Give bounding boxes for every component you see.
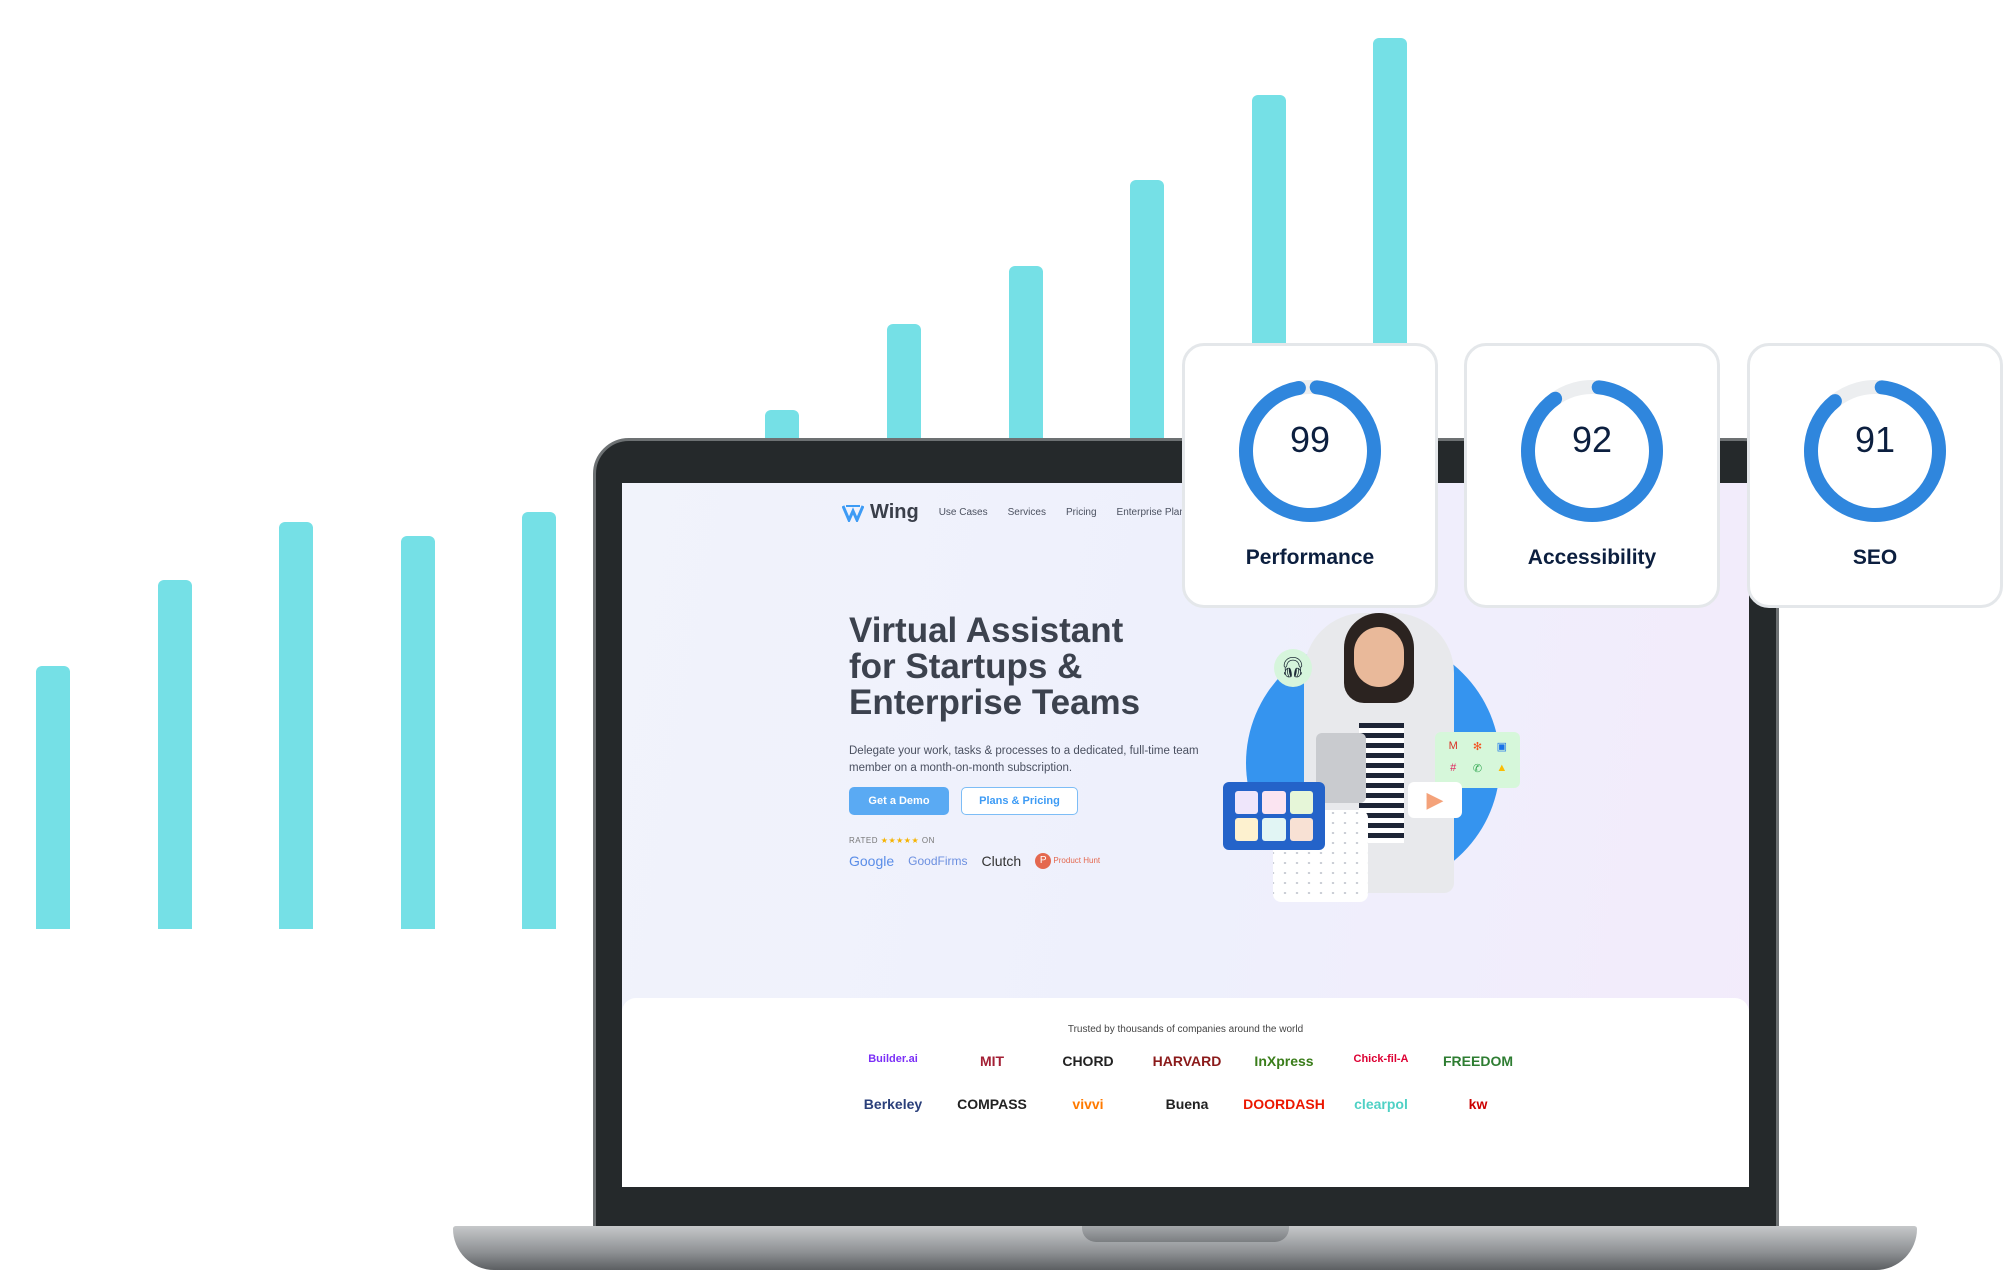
headset-icon: 🎧︎ bbox=[1274, 649, 1312, 687]
company-logo: vivvi bbox=[1072, 1096, 1104, 1112]
tool-tile bbox=[1262, 791, 1286, 814]
company-logo: COMPASS bbox=[957, 1096, 1027, 1112]
tool-tile bbox=[1262, 818, 1286, 841]
zapier-icon: ✻ bbox=[1472, 741, 1483, 753]
score-label: Accessibility bbox=[1527, 546, 1657, 569]
score-value: 99 bbox=[1289, 419, 1331, 460]
decorative-bar bbox=[1009, 266, 1043, 445]
company-logo: Chick-fil-A bbox=[1353, 1053, 1409, 1065]
company-logo: DOORDASH bbox=[1243, 1096, 1325, 1112]
gmail-icon: M bbox=[1448, 740, 1458, 752]
tools-widget bbox=[1223, 782, 1325, 850]
score-label: SEO bbox=[1852, 546, 1898, 569]
company-logo: Buena bbox=[1165, 1096, 1209, 1112]
tool-tile bbox=[1289, 791, 1313, 814]
slack-icon: # bbox=[1450, 762, 1457, 774]
play-video-icon: ▶ bbox=[1408, 782, 1462, 818]
apps-widget: M ✻ ▣ # ✆ ▲ bbox=[1435, 732, 1520, 788]
company-logo: FREEDOM bbox=[1443, 1053, 1513, 1069]
trusted-section: Trusted by thousands of companies around… bbox=[622, 998, 1749, 1187]
decorative-bar bbox=[887, 324, 921, 445]
decorative-bar bbox=[36, 666, 70, 929]
score-card-performance: 99 Performance bbox=[1182, 343, 1438, 608]
person-face bbox=[1354, 627, 1404, 687]
company-logo: CHORD bbox=[1062, 1053, 1114, 1069]
decorative-bar bbox=[158, 580, 192, 929]
tool-tile bbox=[1235, 818, 1259, 841]
company-logo: kw bbox=[1468, 1096, 1488, 1112]
company-logo: clearpol bbox=[1354, 1096, 1408, 1112]
company-logo: MIT bbox=[979, 1053, 1005, 1069]
decorative-bar bbox=[279, 522, 313, 929]
tool-tile bbox=[1235, 791, 1259, 814]
score-value: 91 bbox=[1854, 419, 1896, 460]
phone-icon: ✆ bbox=[1472, 763, 1483, 775]
decorative-bar bbox=[522, 512, 556, 929]
company-logo: InXpress bbox=[1254, 1053, 1314, 1069]
company-logo: HARVARD bbox=[1152, 1053, 1222, 1069]
decorative-bar bbox=[401, 536, 435, 929]
score-card-accessibility: 92 Accessibility bbox=[1464, 343, 1720, 608]
company-logo: Builder.ai bbox=[868, 1053, 918, 1065]
laptop-notch bbox=[1082, 1226, 1289, 1242]
calendar-app-icon: ▣ bbox=[1496, 741, 1508, 753]
drive-icon: ▲ bbox=[1496, 762, 1508, 774]
score-card-seo: 91 SEO bbox=[1747, 343, 2003, 608]
trusted-title: Trusted by thousands of companies around… bbox=[1067, 1024, 1304, 1035]
score-value: 92 bbox=[1571, 419, 1613, 460]
company-logo: Berkeley bbox=[863, 1096, 923, 1112]
tool-tile bbox=[1289, 818, 1313, 841]
decorative-bar bbox=[1130, 180, 1164, 445]
score-label: Performance bbox=[1245, 546, 1375, 569]
